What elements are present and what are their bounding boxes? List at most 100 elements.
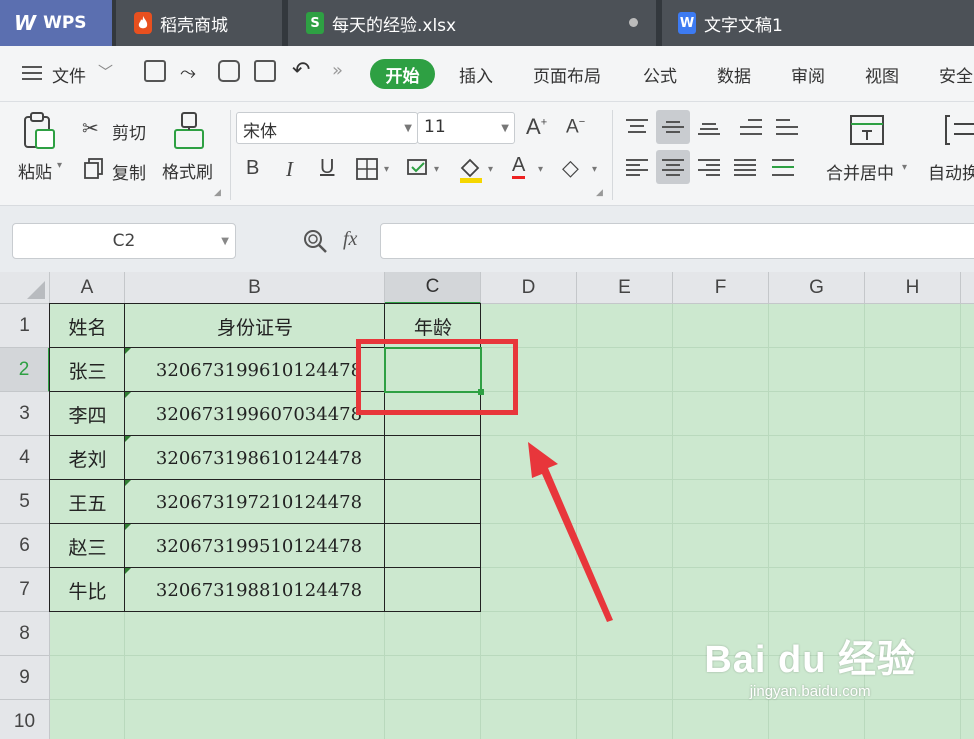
borders-dropdown-icon[interactable]: ▾ [384,164,389,175]
unsaved-dot-icon[interactable] [629,18,638,27]
row-header[interactable]: 8 [0,612,50,656]
cell-B5[interactable]: 320673197210124478 [125,480,385,524]
print-icon[interactable] [218,60,240,82]
zoom-search-icon[interactable] [302,228,328,254]
row-header[interactable]: 10 [0,700,50,739]
align-center-icon[interactable] [656,150,690,184]
chevron-down-icon[interactable]: ﹀ [98,61,113,82]
menu-file[interactable]: 文件 [52,62,86,87]
hamburger-menu-icon[interactable] [22,66,42,80]
decrease-font-icon[interactable]: A− [566,116,585,138]
save-icon[interactable] [144,60,166,82]
cell-B3[interactable]: 320673199607034478 [125,392,385,436]
cell-style-dropdown-icon[interactable]: ▾ [434,164,439,175]
cell-A2[interactable]: 张三 [50,348,125,392]
auto-wrap-button[interactable]: 自动换 [928,159,974,184]
row-header[interactable]: 7 [0,568,50,612]
cell-A7[interactable]: 牛比 [50,568,125,612]
row-header[interactable]: 5 [0,480,50,524]
wrap-text-icon[interactable] [944,114,974,146]
align-bottom-icon[interactable] [692,110,726,144]
tab-security[interactable]: 安全 [939,62,973,87]
font-color-dropdown-icon[interactable]: ▾ [538,164,543,175]
group-expand-icon[interactable]: ◢ [596,188,603,198]
cell-A6[interactable]: 赵三 [50,524,125,568]
column-header[interactable]: H [865,272,961,304]
copy-button[interactable]: 复制 [112,159,146,184]
column-header[interactable]: G [769,272,865,304]
cell-C6[interactable] [385,524,481,568]
align-middle-icon[interactable] [656,110,690,144]
align-top-icon[interactable] [620,110,654,144]
error-indicator-icon[interactable] [125,524,131,530]
error-indicator-icon[interactable] [125,480,131,486]
tab-view[interactable]: 视图 [865,62,899,87]
print-preview-icon[interactable] [254,60,276,82]
paint-bucket-icon[interactable] [458,156,484,184]
cell-B1[interactable]: 身份证号 [125,304,385,348]
bold-button[interactable]: B [246,157,259,180]
copy-icon[interactable] [84,158,104,180]
tab-review[interactable]: 审阅 [791,62,825,87]
paste-icon[interactable] [22,112,56,150]
undo-icon[interactable]: ↶ [292,58,310,83]
fx-icon[interactable]: fx [343,228,357,251]
row-header[interactable]: 1 [0,304,50,348]
tab-start[interactable]: 开始 [370,59,435,89]
increase-indent-icon[interactable] [770,110,804,144]
cell-A3[interactable]: 李四 [50,392,125,436]
underline-button[interactable]: U [320,156,334,179]
error-indicator-icon[interactable] [125,436,131,442]
cell-B4[interactable]: 320673198610124478 [125,436,385,480]
column-header[interactable]: B [125,272,385,304]
select-all-corner[interactable] [0,272,50,304]
row-header[interactable]: 6 [0,524,50,568]
italic-button[interactable]: I [286,157,293,182]
row-header[interactable]: 4 [0,436,50,480]
distribute-icon[interactable] [766,150,800,184]
group-expand-icon[interactable]: ◢ [214,188,221,198]
row-header[interactable]: 9 [0,656,50,700]
row-header[interactable]: 3 [0,392,50,436]
fill-dropdown-icon[interactable]: ▾ [488,164,493,175]
align-right-icon[interactable] [692,150,726,184]
paste-button[interactable]: 粘贴 [18,158,52,183]
row-header-selected[interactable]: 2 [0,348,50,392]
error-indicator-icon[interactable] [125,568,131,574]
formula-input[interactable] [380,223,974,259]
cut-button[interactable]: 剪切 [112,119,146,144]
cell-B2[interactable]: 320673199610124478 [125,348,385,392]
merge-dropdown-icon[interactable]: ▾ [902,162,907,173]
tab-wps-home[interactable]: W WPS [0,0,112,46]
merge-center-icon[interactable] [850,114,884,146]
format-painter-icon[interactable] [172,112,206,152]
cell-A4[interactable]: 老刘 [50,436,125,480]
format-painter-button[interactable]: 格式刷 [162,158,213,183]
decrease-indent-icon[interactable] [734,110,768,144]
tab-docer-mall[interactable]: 稻壳商城 [116,0,282,46]
column-header[interactable]: D [481,272,577,304]
increase-font-icon[interactable]: A+ [526,114,547,140]
tab-data[interactable]: 数据 [717,62,751,87]
tab-spreadsheet[interactable]: S 每天的经验.xlsx [288,0,656,46]
font-color-icon[interactable]: A [512,154,526,179]
export-icon[interactable]: ⤳ [180,60,196,84]
tab-page-layout[interactable]: 页面布局 [533,62,601,87]
cell-C7[interactable] [385,568,481,612]
font-name-select[interactable]: 宋体 ▼ [236,112,418,144]
cell-A1[interactable]: 姓名 [50,304,125,348]
column-header-selected[interactable]: C [385,272,481,304]
paste-dropdown-icon[interactable]: ▾ [57,160,62,171]
fill-color-icon[interactable] [406,158,430,182]
scissors-icon[interactable]: ✂ [82,116,99,140]
tab-insert[interactable]: 插入 [459,62,493,87]
align-left-icon[interactable] [620,150,654,184]
column-header[interactable]: F [673,272,769,304]
merge-center-button[interactable]: 合并居中 [826,159,894,184]
cell-A5[interactable]: 王五 [50,480,125,524]
cell-B7[interactable]: 320673198810124478 [125,568,385,612]
cell-B6[interactable]: 320673199510124478 [125,524,385,568]
column-header[interactable]: A [50,272,125,304]
error-indicator-icon[interactable] [125,392,131,398]
justify-icon[interactable] [728,150,762,184]
